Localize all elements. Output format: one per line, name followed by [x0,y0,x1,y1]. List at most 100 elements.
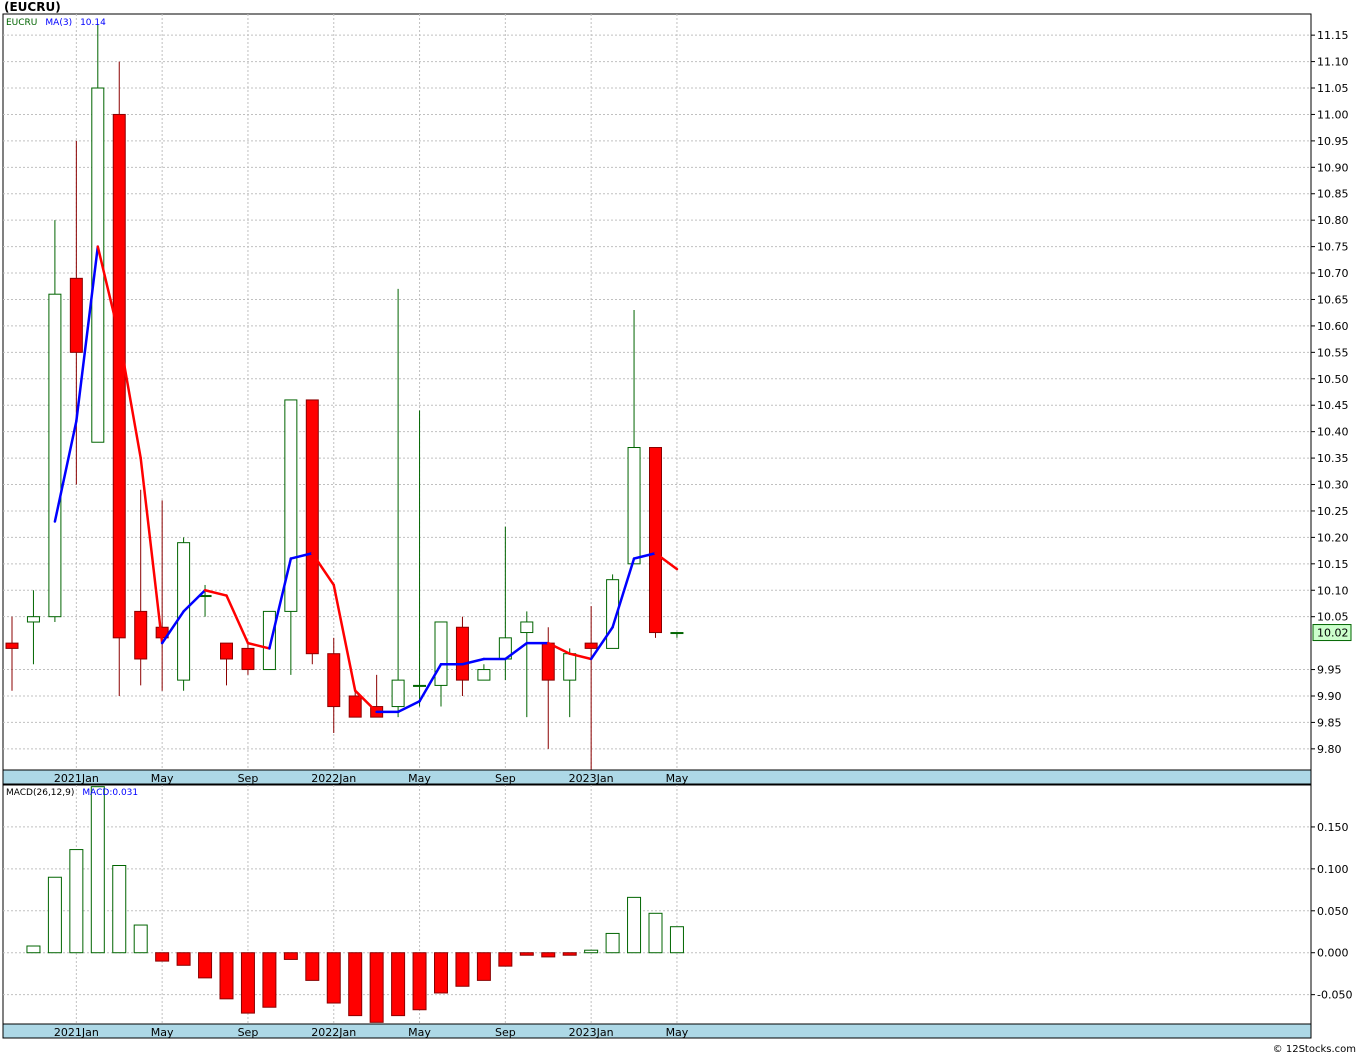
candle-body-down [455,626,469,681]
last-price-label: 10.02 [1317,627,1349,640]
price-y-tick-label: 10.65 [1317,293,1349,306]
macd-bar-negative [176,952,191,966]
macd-bar-negative [198,952,213,979]
candle-body-down [134,610,148,660]
price-legend: EUCRU MA(3) 10.14 [6,18,106,28]
macd-bar-positive [133,924,148,954]
macd-panel-frame [2,784,1312,1025]
x-axis-label: 2021Jan [54,772,99,785]
macd-bar-negative [305,952,320,981]
macd-bar-negative [219,952,234,1000]
candle-body-up [413,684,427,687]
macd-bar-negative [391,952,406,1017]
candle-body-down [241,647,255,671]
macd-bar-negative [240,952,255,1014]
x-axis-label: Sep [495,1026,516,1039]
x-axis-label: 2023Jan [569,1026,614,1039]
candle-body-up [391,679,405,708]
x-axis-label: May [666,1026,689,1039]
macd-legend: MACD(26,12,9) MACD:0.031 [6,788,138,798]
x-axis-label: May [408,772,431,785]
macd-bar-positive [47,876,62,954]
macd-bar-positive [669,926,684,954]
macd-bar-positive [584,949,599,954]
price-y-tick-label: 10.75 [1317,241,1349,254]
macd-bar-negative [476,952,491,981]
candle-body-up [477,669,491,681]
price-y-tick-label: 11.05 [1317,82,1349,95]
price-y-tick-label: 10.30 [1317,479,1349,492]
candle-body-up [670,632,684,635]
price-y-tick-label: 11.10 [1317,56,1349,69]
candle-body-down [541,642,555,681]
x-axis-label: May [666,772,689,785]
price-y-tick-label: 10.85 [1317,188,1349,201]
price-y-tick-label: 10.25 [1317,505,1349,518]
x-axis-label: 2023Jan [569,772,614,785]
macd-bar-positive [605,932,620,954]
price-y-tick-label: 10.35 [1317,452,1349,465]
macd-y-tick-label: -0.050 [1317,989,1352,1002]
price-y-tick-label: 10.45 [1317,399,1349,412]
price-date-band [2,769,1312,785]
price-y-tick-label: 10.55 [1317,346,1349,359]
candle-body-up [262,610,276,671]
macd-y-tick-label: 0.100 [1317,863,1349,876]
macd-bar-negative [434,952,448,994]
macd-legend-value: MACD:0.031 [82,788,138,798]
x-axis-label: May [151,772,174,785]
price-y-tick-label: 10.60 [1317,320,1349,333]
candle-body-down [305,399,319,655]
macd-bar-negative [412,952,427,1011]
x-axis-label: 2022Jan [311,1026,356,1039]
macd-bar-positive [26,945,41,954]
macd-bar-positive [112,865,127,954]
price-y-tick-label: 10.05 [1317,611,1349,624]
price-y-tick-label: 9.90 [1317,690,1342,703]
x-axis-label: Sep [238,772,259,785]
macd-y-tick-label: 0.050 [1317,905,1349,918]
candle-body-down [327,653,341,708]
macd-bar-positive [90,786,105,954]
price-y-tick-label: 9.80 [1317,743,1342,756]
chart-canvas: 9.80 9.85 9.90 9.95 10.05 10.10 10.15 10.20 10.2… [2,13,1352,1039]
candle-body-down [5,642,19,649]
macd-bar-negative [283,952,298,960]
macd-bar-negative [455,952,470,987]
x-axis-label: Sep [238,1026,259,1039]
x-axis-label: May [408,1026,431,1039]
legend-symbol: EUCRU [6,18,37,28]
macd-bar-negative [519,952,534,956]
macd-bar-negative [369,952,384,1023]
candle-body-up [627,447,641,565]
macd-y-tick-label: 0.000 [1317,947,1349,960]
candle-body-up [434,621,448,686]
price-y-tick-label: 10.70 [1317,267,1349,280]
legend-ma-value: 10.14 [80,18,106,28]
price-y-tick-label: 11.00 [1317,108,1349,121]
price-y-tick-label: 11.15 [1317,29,1349,42]
candle-body-down [348,695,362,718]
candle-body-down [649,447,662,634]
credit-text: © 12Stocks.com [1272,1044,1356,1055]
price-y-tick-label: 10.40 [1317,426,1349,439]
x-axis-label: 2021Jan [54,1026,99,1039]
price-y-tick-label: 10.95 [1317,135,1349,148]
price-y-tick-label: 10.15 [1317,558,1349,571]
macd-bar-positive [69,849,84,954]
price-y-tick-label: 10.20 [1317,531,1349,544]
x-axis-label: Sep [495,772,516,785]
price-y-tick-label: 10.50 [1317,373,1349,386]
macd-bar-negative [326,952,341,1004]
macd-bar-negative [155,952,170,962]
candle-body-down [69,277,83,353]
candle-body-up [563,653,577,681]
legend-ma-label: MA(3) [45,18,72,28]
macd-bar-negative [498,952,513,967]
macd-legend-name: MACD(26,12,9) [6,788,74,798]
candle-body-up [26,616,40,623]
price-y-tick-label: 9.95 [1317,664,1342,677]
x-axis-label: 2022Jan [311,772,356,785]
macd-bar-negative [541,952,556,958]
candle-body-up [520,621,534,634]
